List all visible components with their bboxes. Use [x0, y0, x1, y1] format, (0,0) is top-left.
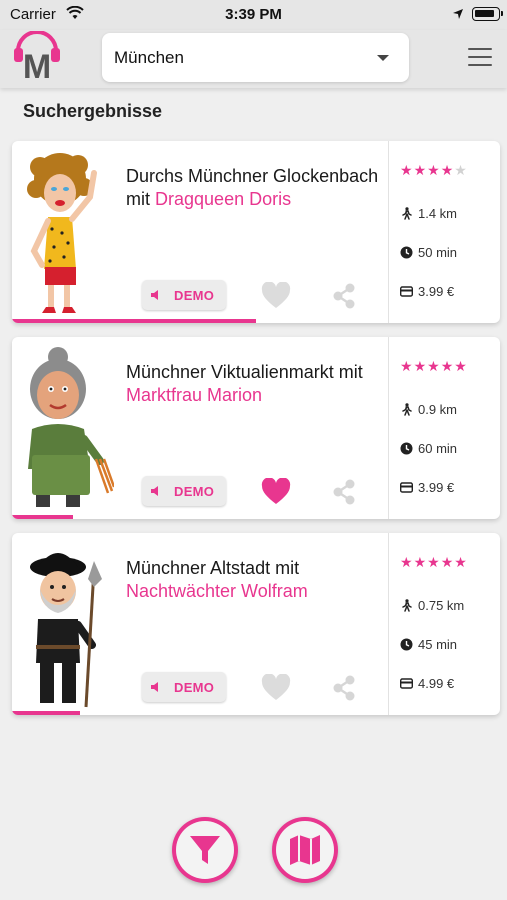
- status-time: 3:39 PM: [225, 6, 282, 23]
- tour-title: Münchner Altstadt mit Nachtwächter Wolfr…: [126, 557, 394, 603]
- rating-stars: ★★★★★: [400, 554, 468, 571]
- logo-letter: M: [23, 48, 51, 81]
- map-button[interactable]: [272, 817, 338, 883]
- hamburger-menu-icon[interactable]: [468, 48, 492, 68]
- app-logo[interactable]: M: [10, 31, 64, 81]
- star-icon: ★: [454, 358, 468, 374]
- app-header: M München: [0, 30, 507, 88]
- wallet-icon: [400, 482, 413, 493]
- demo-button[interactable]: DEMO: [142, 476, 226, 506]
- demo-button[interactable]: DEMO: [142, 672, 226, 702]
- city-select[interactable]: München: [102, 33, 409, 82]
- distance-value: 0.75 km: [418, 598, 465, 613]
- walking-person-icon: [402, 403, 412, 416]
- duration-value: 50 min: [418, 245, 458, 260]
- star-icon: ★: [427, 554, 441, 570]
- price-value: 3.99 €: [418, 480, 455, 495]
- rating-stars: ★★★★★: [400, 162, 468, 179]
- heart-icon[interactable]: [261, 674, 291, 702]
- share-icon[interactable]: [332, 675, 356, 701]
- guide-avatar-image: [30, 553, 102, 708]
- wallet-icon: [400, 286, 413, 297]
- rating-stars: ★★★★★: [400, 358, 468, 375]
- filter-button[interactable]: [172, 817, 238, 883]
- battery-icon: [472, 7, 503, 21]
- tour-card[interactable]: Münchner Viktualienmarkt mit Marktfrau M…: [12, 337, 500, 519]
- speaker-icon: [151, 486, 158, 496]
- duration-value: 45 min: [418, 637, 458, 652]
- section-title: Suchergebnisse: [23, 101, 163, 121]
- guide-name[interactable]: Nachtwächter Wolfram: [126, 581, 308, 601]
- clock-icon: [400, 246, 413, 259]
- demo-button-label: DEMO: [174, 484, 215, 499]
- walking-person-icon: [402, 599, 412, 612]
- speaker-icon: [151, 682, 158, 692]
- star-icon: ★: [400, 358, 414, 374]
- tour-title-text: Münchner Viktualienmarkt mit: [126, 362, 363, 382]
- location-arrow-icon: [453, 9, 463, 19]
- demo-button-label: DEMO: [174, 680, 215, 695]
- map-icon: [290, 835, 320, 865]
- distance-value: 1.4 km: [418, 206, 458, 221]
- guide-name[interactable]: Dragqueen Doris: [155, 189, 291, 209]
- walking-person-icon: [402, 207, 412, 220]
- price-value: 4.99 €: [418, 676, 455, 691]
- status-bar: Carrier 3:39 PM: [0, 0, 507, 30]
- heart-icon[interactable]: [261, 478, 291, 506]
- heart-icon[interactable]: [261, 282, 291, 310]
- progress-bar: [12, 319, 256, 323]
- card-divider: [388, 141, 389, 323]
- distance-value: 0.9 km: [418, 402, 458, 417]
- duration-value: 60 min: [418, 441, 458, 456]
- star-icon: ★: [413, 358, 428, 374]
- tour-title-text: Münchner Altstadt mit: [126, 558, 300, 578]
- star-icon: ★: [440, 358, 455, 374]
- chevron-down-icon: [377, 55, 389, 61]
- price-value: 3.99 €: [418, 284, 455, 299]
- star-icon: ★: [454, 162, 468, 178]
- guide-avatar-image: [27, 153, 97, 313]
- city-select-value: München: [114, 48, 184, 67]
- card-divider: [388, 337, 389, 519]
- wallet-icon: [400, 678, 413, 689]
- filter-icon: [190, 836, 220, 864]
- star-icon: ★: [427, 162, 441, 178]
- card-divider: [388, 533, 389, 715]
- tour-card[interactable]: Durchs Münchner Glockenbach mit Dragquee…: [12, 141, 500, 323]
- guide-name[interactable]: Marktfrau Marion: [126, 385, 262, 405]
- speaker-icon: [151, 290, 158, 300]
- star-icon: ★: [400, 162, 414, 178]
- progress-bar: [12, 515, 73, 519]
- star-icon: ★: [440, 162, 455, 178]
- star-icon: ★: [413, 554, 428, 570]
- tour-title: Durchs Münchner Glockenbach mit Dragquee…: [126, 165, 394, 211]
- share-icon[interactable]: [332, 479, 356, 505]
- demo-button-label: DEMO: [174, 288, 215, 303]
- star-icon: ★: [440, 554, 455, 570]
- star-icon: ★: [413, 162, 428, 178]
- tour-card[interactable]: Münchner Altstadt mit Nachtwächter Wolfr…: [12, 533, 500, 715]
- star-icon: ★: [454, 554, 468, 570]
- star-icon: ★: [400, 554, 414, 570]
- star-icon: ★: [427, 358, 441, 374]
- guide-avatar-image: [28, 347, 114, 507]
- clock-icon: [400, 442, 413, 455]
- progress-bar: [12, 711, 81, 715]
- share-icon[interactable]: [332, 283, 356, 309]
- demo-button[interactable]: DEMO: [142, 280, 226, 310]
- tour-title: Münchner Viktualienmarkt mit Marktfrau M…: [126, 361, 394, 407]
- clock-icon: [400, 638, 413, 651]
